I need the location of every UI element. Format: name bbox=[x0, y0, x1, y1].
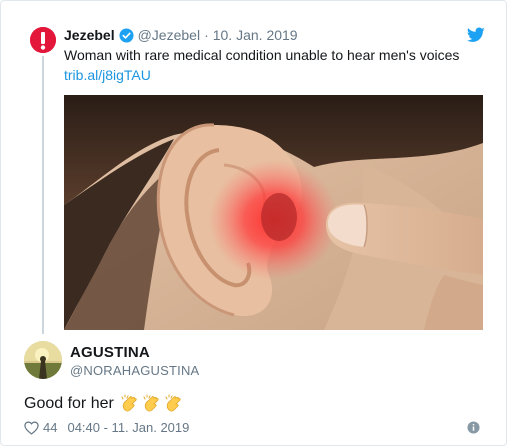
header-separator: · bbox=[204, 27, 209, 43]
ear-pain-illustration bbox=[64, 95, 483, 330]
quoted-author-name[interactable]: Jezebel bbox=[64, 27, 115, 43]
twitter-bird-icon[interactable] bbox=[467, 27, 485, 43]
clap-emoji-icon bbox=[121, 394, 137, 412]
reply-author-handle[interactable]: @NORAHAGUSTINA bbox=[70, 363, 199, 379]
info-icon[interactable] bbox=[467, 421, 480, 434]
clap-emoji-icon bbox=[143, 394, 159, 412]
heart-icon[interactable] bbox=[24, 421, 39, 435]
ear-photo[interactable] bbox=[64, 95, 483, 330]
quoted-tweet-date[interactable]: 10. Jan. 2019 bbox=[213, 27, 298, 43]
like-count[interactable]: 44 bbox=[43, 420, 57, 436]
jezebel-avatar[interactable] bbox=[30, 27, 56, 53]
agustina-avatar[interactable] bbox=[24, 341, 62, 379]
reply-footer: 44 04:40 - 11. Jan. 2019 bbox=[24, 420, 189, 436]
reply-text: Good for her bbox=[24, 395, 114, 412]
clap-emoji-icon bbox=[165, 394, 181, 412]
tweet-embed-card: Jezebel @Jezebel · 10. Jan. 2019 Woman w… bbox=[0, 0, 507, 446]
quoted-author-handle[interactable]: @Jezebel bbox=[138, 27, 200, 43]
thread-line bbox=[42, 56, 44, 334]
reply-timestamp[interactable]: 04:40 - 11. Jan. 2019 bbox=[67, 420, 189, 436]
jezebel-logo-icon bbox=[30, 27, 56, 53]
clap-emoji-group bbox=[120, 394, 184, 414]
avatar-image bbox=[24, 341, 62, 379]
quoted-tweet-header: Jezebel @Jezebel · 10. Jan. 2019 bbox=[64, 27, 298, 43]
reply-text-line: Good for her bbox=[24, 394, 184, 414]
quoted-tweet-link[interactable]: trib.al/j8igTAU bbox=[64, 66, 151, 84]
verified-badge-icon bbox=[119, 27, 134, 43]
quoted-tweet-text: Woman with rare medical condition unable… bbox=[64, 47, 460, 63]
reply-author-name[interactable]: AGUSTINA bbox=[70, 344, 150, 362]
